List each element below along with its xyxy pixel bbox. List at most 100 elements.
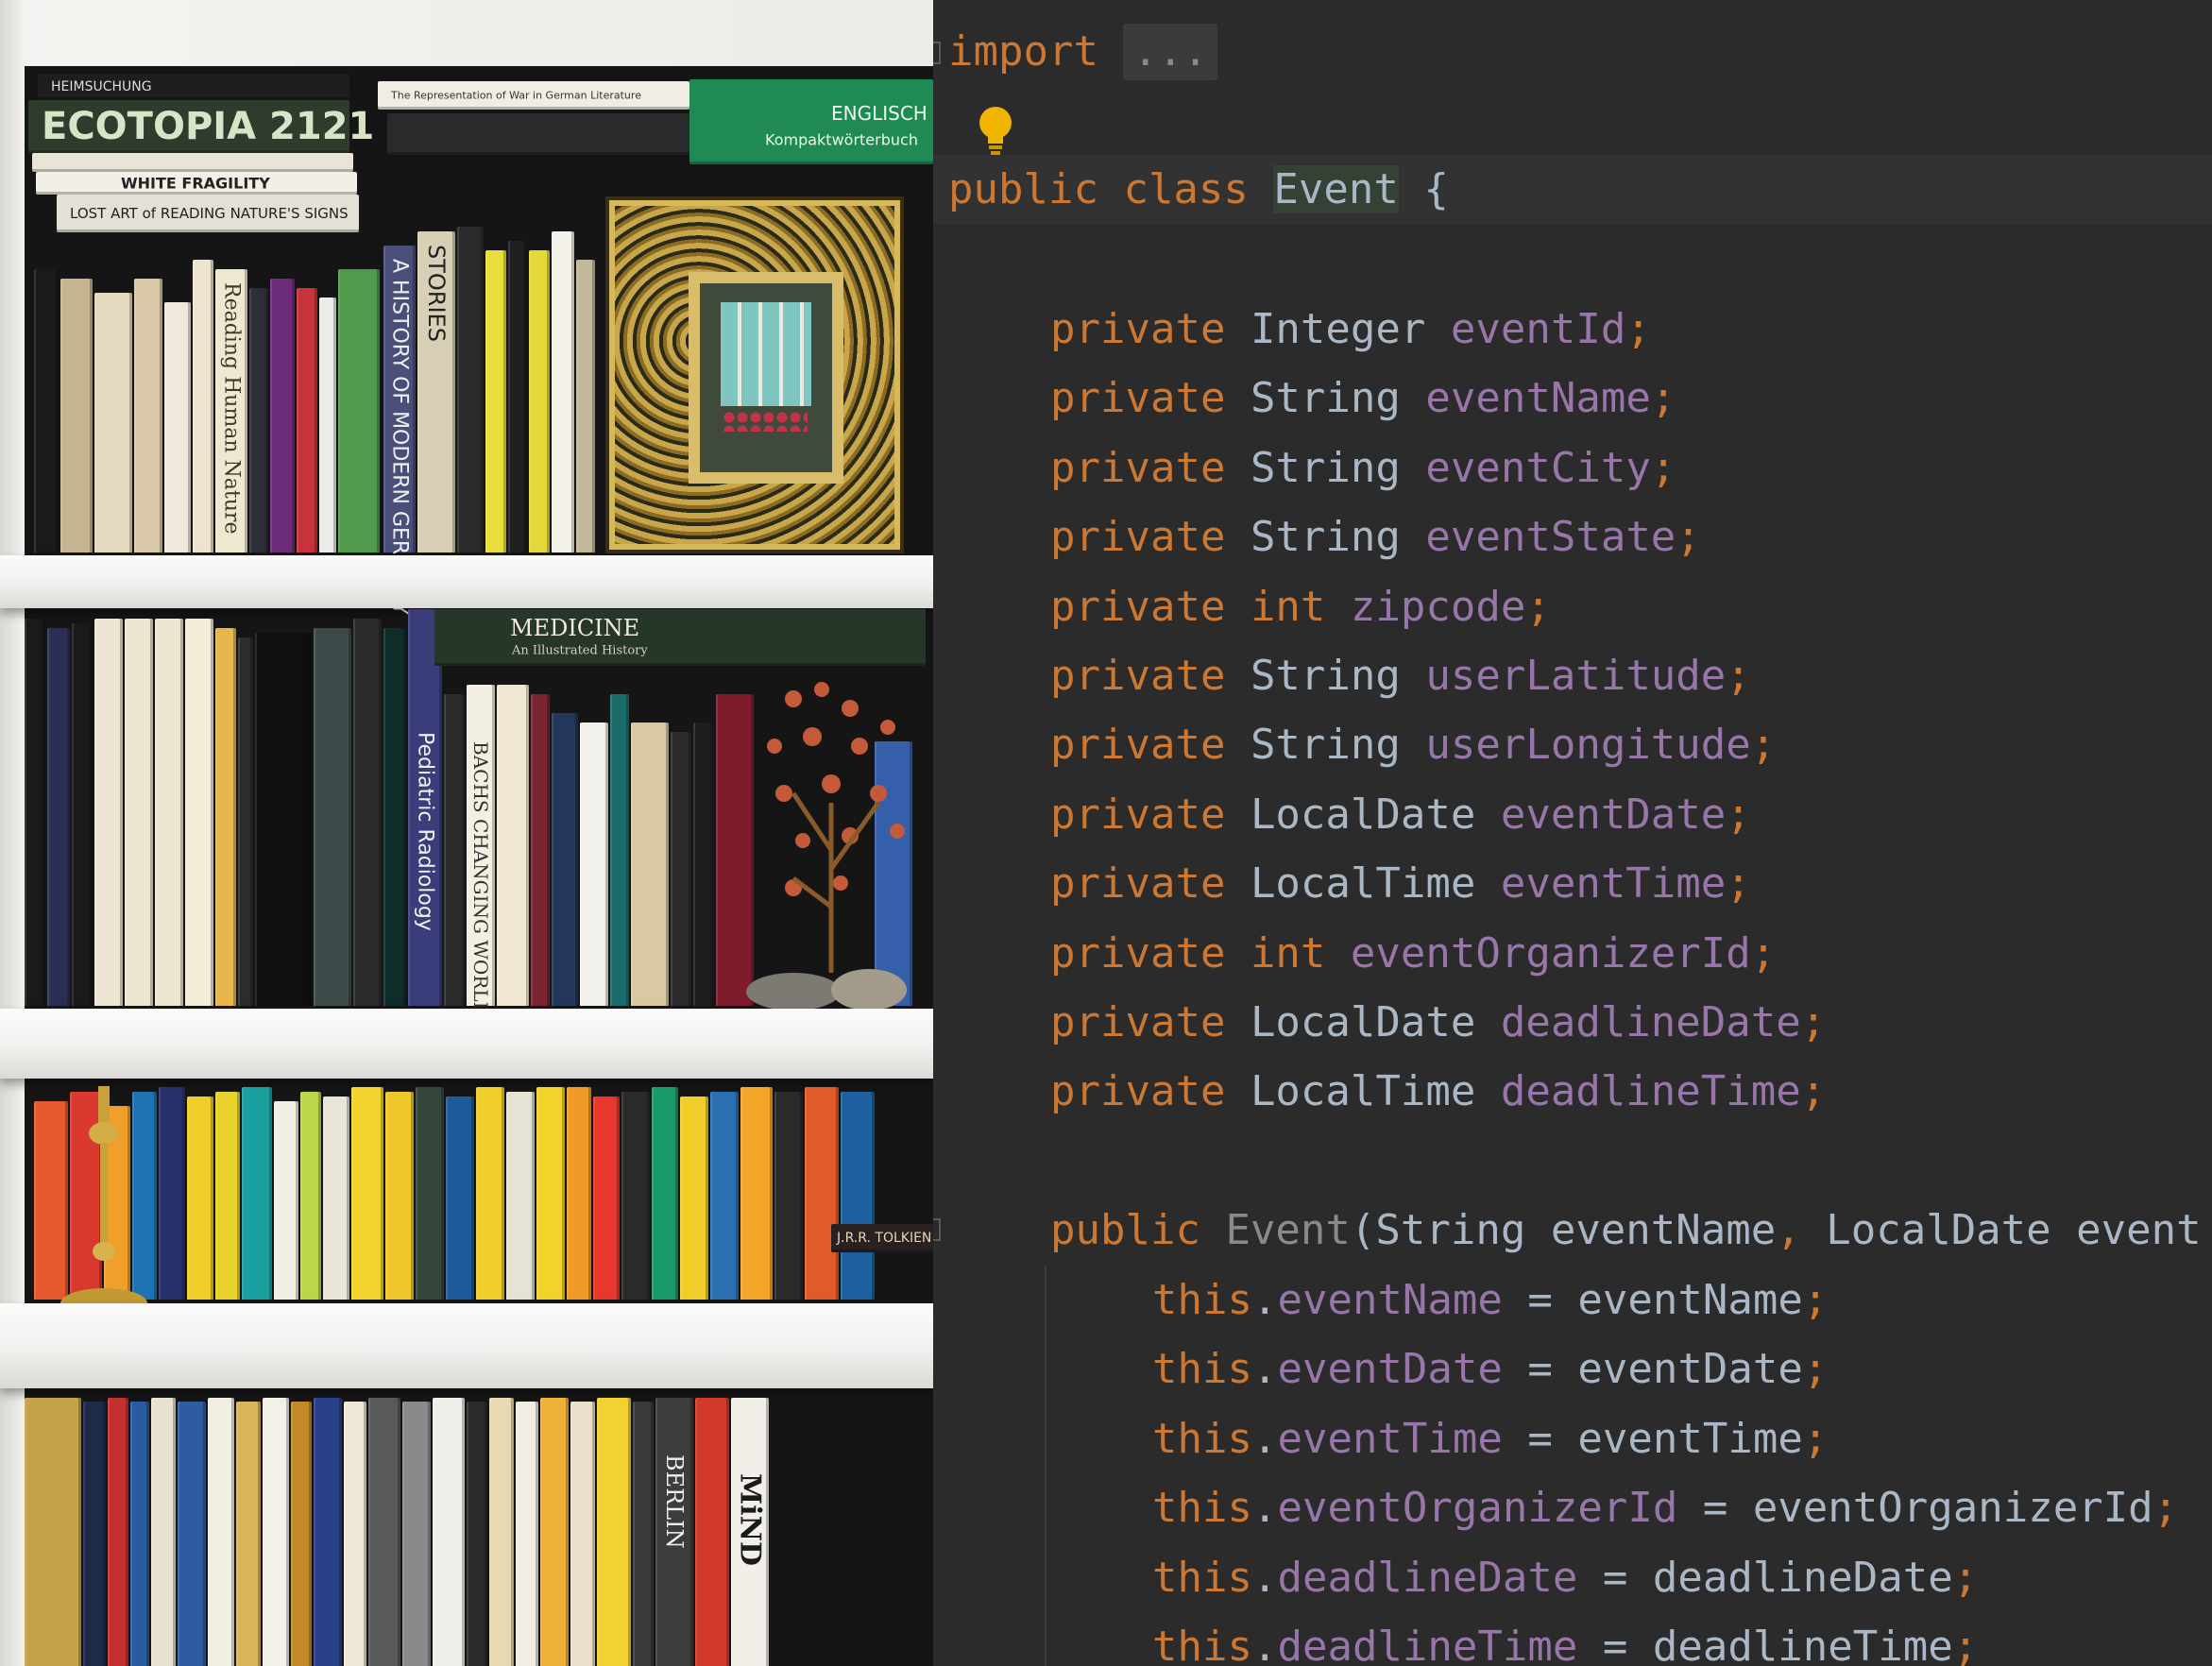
flat-book: [387, 113, 689, 155]
book: [249, 288, 268, 552]
book: [433, 1398, 465, 1666]
field-name: userLongitude: [1425, 721, 1751, 770]
lightbulb-icon[interactable]: [975, 104, 1016, 157]
code-line-field[interactable]: private LocalTime deadlineTime;: [1050, 1057, 1826, 1127]
book-title: MiND: [733, 1473, 767, 1567]
semicolon: ;: [1650, 374, 1676, 423]
semicolon: ;: [1726, 790, 1751, 839]
book-title: Reading Human Nature: [219, 282, 244, 535]
code-line-class-decl[interactable]: public class Event {: [948, 155, 1449, 225]
equals: =: [1602, 1553, 1628, 1602]
field-name: userLatitude: [1425, 652, 1727, 700]
fold-marker-import[interactable]: [933, 42, 941, 64]
semicolon: ;: [1525, 582, 1551, 631]
book: [187, 1096, 213, 1300]
code-line-field[interactable]: private LocalDate deadlineDate;: [1050, 988, 1826, 1058]
keyword-this: this: [1152, 1623, 1252, 1666]
field-type: String: [1250, 374, 1401, 423]
book: [570, 1402, 595, 1666]
field-type: String: [1250, 443, 1401, 492]
book: [274, 1101, 298, 1300]
field-name: deadlineDate: [1500, 998, 1801, 1046]
keyword-class: class: [1123, 165, 1249, 213]
field-type: int: [1250, 582, 1326, 631]
book: [567, 1087, 591, 1300]
book: [25, 1398, 81, 1666]
book: [151, 1398, 176, 1666]
code-line-import[interactable]: import ...: [948, 17, 1217, 87]
semicolon: ;: [1676, 513, 1701, 562]
field-name: eventOrganizerId: [1350, 928, 1751, 978]
book: [208, 1398, 234, 1666]
code-line-field[interactable]: private String userLatitude;: [1050, 641, 1751, 711]
code-line-field[interactable]: private int eventOrganizerId;: [1050, 919, 1776, 989]
field-type: int: [1250, 928, 1326, 978]
book-title: An Illustrated History: [512, 643, 648, 658]
keyword-this: this: [1152, 1553, 1252, 1602]
code-line-field[interactable]: private String eventState;: [1050, 502, 1701, 572]
code-line-assignment[interactable]: this.deadlineDate = deadlineDate;: [1152, 1543, 1978, 1613]
code-line-assignment[interactable]: this.eventTime = eventTime;: [1152, 1404, 1828, 1474]
book: [297, 288, 317, 552]
crystal-tree-ornament: [746, 682, 907, 1011]
code-line-field[interactable]: private String userLongitude;: [1050, 710, 1776, 780]
framed-painting: [689, 272, 843, 484]
book: [242, 1087, 272, 1300]
shelf-row-3: [25, 1082, 933, 1300]
equals: =: [1602, 1623, 1628, 1666]
field-name: zipcode: [1350, 582, 1526, 631]
book: [593, 1096, 620, 1300]
shelf-board-3: [0, 1303, 933, 1388]
brass-candlestick: [60, 1086, 147, 1318]
book: [385, 1092, 414, 1300]
code-line-field[interactable]: private LocalDate eventDate;: [1050, 780, 1751, 850]
import-fold-toggle[interactable]: ...: [1123, 24, 1217, 80]
flat-book-war-literature: The Representation of War in German Lite…: [378, 81, 689, 110]
code-line-field[interactable]: private Integer eventId;: [1050, 295, 1651, 365]
code-line-assignment[interactable]: this.eventOrganizerId = eventOrganizerId…: [1152, 1473, 2178, 1543]
book: [531, 694, 550, 1006]
semicolon: ;: [1750, 928, 1777, 978]
book: [446, 1096, 474, 1300]
book: [130, 1402, 149, 1666]
param-name: eventDate: [1577, 1345, 1803, 1394]
field-name: eventState: [1425, 513, 1676, 562]
book: [529, 250, 550, 552]
field-name: eventName: [1425, 374, 1651, 423]
fold-marker-constructor[interactable]: [933, 1218, 941, 1241]
code-line-field[interactable]: private LocalTime eventTime;: [1050, 849, 1751, 919]
book: [444, 694, 465, 1006]
book-title: BERLIN: [661, 1454, 688, 1549]
code-line-field[interactable]: private String eventCity;: [1050, 434, 1676, 503]
book: [236, 1402, 261, 1666]
semicolon: ;: [1952, 1553, 1979, 1602]
keyword-this: this: [1152, 1484, 1252, 1533]
field-name: eventName: [1277, 1276, 1503, 1324]
flat-book-white-fragility: WHITE FRAGILITY: [36, 172, 357, 195]
field-type: String: [1250, 652, 1401, 700]
book: [338, 269, 380, 552]
equals: =: [1527, 1414, 1553, 1463]
code-line-field[interactable]: private int zipcode;: [1050, 572, 1551, 642]
flat-book-tolkien: J.R.R. TOLKIEN: [831, 1224, 933, 1252]
book-title: HEIMSUCHUNG: [51, 79, 152, 94]
book: [25, 619, 45, 1006]
field-name: deadlineTime: [1277, 1623, 1578, 1666]
keyword-private: private: [1050, 998, 1226, 1046]
code-editor[interactable]: import ... public class Event { private …: [933, 0, 2212, 1666]
field-name: eventTime: [1500, 859, 1727, 909]
code-line-field[interactable]: private String eventName;: [1050, 364, 1676, 434]
keyword-private: private: [1050, 721, 1226, 770]
book: [497, 685, 529, 1006]
code-line-assignment[interactable]: this.eventDate = eventDate;: [1152, 1334, 1828, 1404]
book: [178, 1402, 206, 1666]
shelf-board-2: [0, 1009, 933, 1079]
book-title: ENGLISCH: [831, 102, 927, 125]
code-line-assignment[interactable]: this.eventName = eventName;: [1152, 1266, 1828, 1335]
semicolon: ;: [2152, 1484, 2179, 1533]
dot: .: [1251, 1553, 1278, 1602]
book: [476, 1087, 504, 1300]
keyword-private: private: [1050, 443, 1226, 492]
code-line-constructor[interactable]: public Event(String eventName, LocalDate…: [1050, 1196, 2202, 1266]
code-line-assignment[interactable]: this.deadlineTime = deadlineTime;: [1152, 1612, 1978, 1666]
